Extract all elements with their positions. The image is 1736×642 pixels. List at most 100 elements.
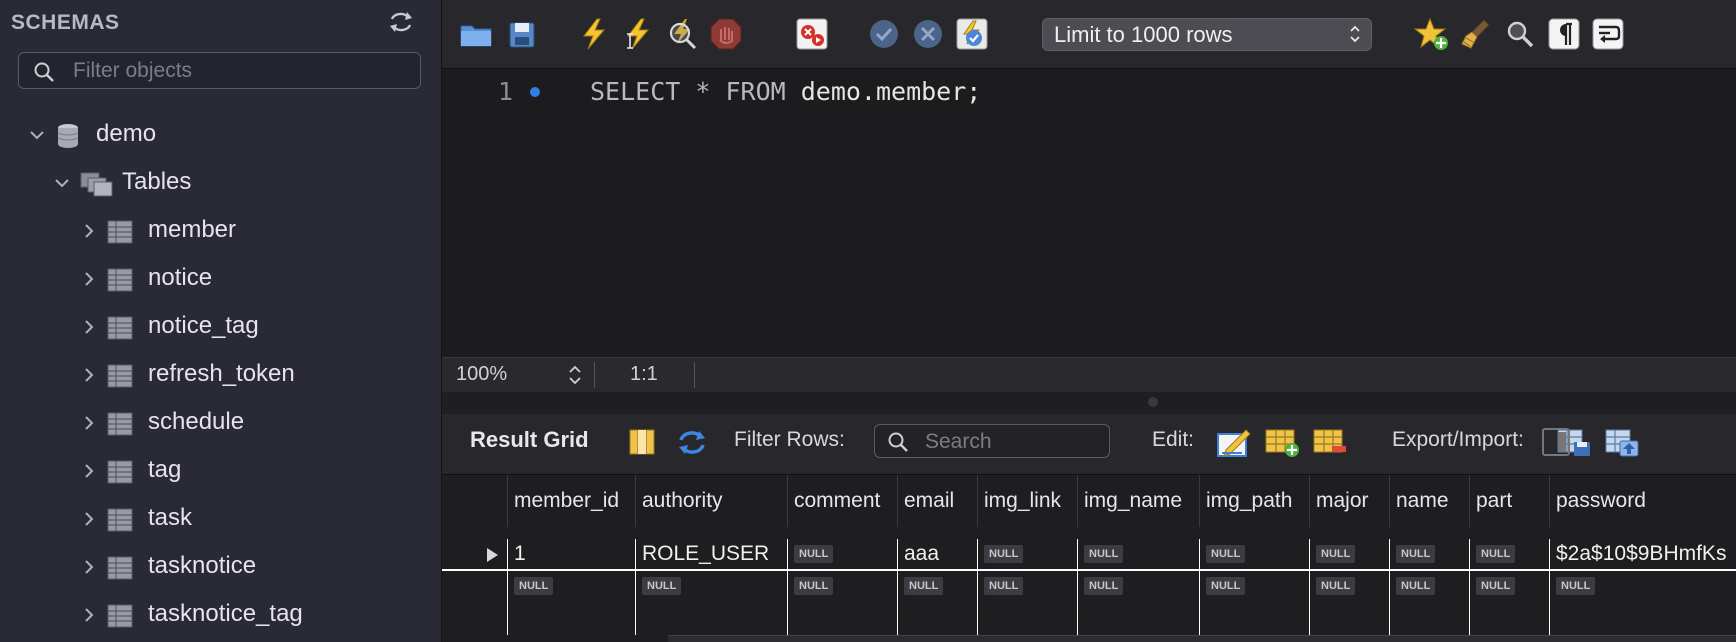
splitter-handle-icon[interactable] (1148, 397, 1158, 407)
grid-cell[interactable]: NULL (1389, 539, 1469, 569)
filter-rows-field[interactable] (874, 424, 1110, 458)
query-panel: Limit to 1000 rows 1 SELECT * FROM demo.… (442, 0, 1736, 642)
execute-icon[interactable] (576, 16, 612, 52)
invisible-chars-icon[interactable] (1546, 16, 1582, 52)
line-number: 1 (498, 77, 514, 106)
column-header[interactable]: name (1389, 475, 1469, 527)
explain-icon[interactable] (664, 16, 700, 52)
chevron-right-icon[interactable] (80, 510, 98, 528)
commit-icon[interactable] (866, 16, 902, 52)
column-header[interactable]: comment (787, 475, 897, 527)
grid-cell[interactable]: NULL (977, 539, 1077, 569)
grid-cell[interactable]: NULL (897, 571, 977, 601)
grid-cell[interactable]: NULL (1309, 539, 1389, 569)
table-item-task[interactable]: task (0, 500, 442, 540)
filter-objects-field[interactable] (18, 52, 421, 89)
null-badge: NULL (1396, 577, 1436, 596)
table-item-refresh-token[interactable]: refresh_token (0, 356, 442, 396)
result-grid[interactable]: member_id authority comment email img_li… (442, 475, 1736, 642)
horizontal-scrollbar[interactable] (668, 635, 1736, 642)
grid-cell[interactable]: aaa (897, 539, 977, 569)
beautify-icon[interactable] (1458, 16, 1494, 52)
sql-statement[interactable]: SELECT * FROM demo.member; (590, 77, 981, 106)
toggle-side-panel-icon[interactable] (1542, 428, 1570, 456)
insert-row-icon[interactable] (1264, 426, 1300, 458)
refresh-icon[interactable] (388, 10, 414, 34)
chevron-right-icon[interactable] (80, 462, 98, 480)
refresh-results-icon[interactable] (676, 426, 708, 458)
toggle-error-stop-icon[interactable] (794, 16, 830, 52)
grid-cell[interactable]: NULL (1309, 571, 1389, 601)
import-icon[interactable] (1604, 426, 1640, 458)
chevron-right-icon[interactable] (80, 318, 98, 336)
grid-cell[interactable]: NULL (507, 571, 635, 601)
grid-cell[interactable]: 1 (507, 539, 635, 569)
find-icon[interactable] (1502, 16, 1538, 52)
null-badge: NULL (514, 577, 554, 596)
grid-cell[interactable]: NULL (635, 571, 787, 601)
column-header[interactable]: img_name (1077, 475, 1199, 527)
chevron-right-icon[interactable] (80, 222, 98, 240)
delete-row-icon[interactable] (1312, 426, 1348, 458)
grid-cell[interactable]: NULL (787, 539, 897, 569)
grid-cell[interactable]: NULL (1549, 571, 1736, 601)
grid-cell[interactable]: $2a$10$9BHmfKs (1549, 539, 1736, 569)
null-badge: NULL (1206, 577, 1246, 596)
grid-cell[interactable]: NULL (1199, 539, 1309, 569)
chevron-right-icon[interactable] (80, 366, 98, 384)
result-grid-tab[interactable]: Result Grid (470, 427, 589, 453)
grid-cell[interactable]: NULL (1077, 571, 1199, 601)
table-item-notice-tag[interactable]: notice_tag (0, 308, 442, 348)
column-header[interactable]: major (1309, 475, 1389, 527)
autocommit-icon[interactable] (954, 16, 990, 52)
grid-cell[interactable]: NULL (1389, 571, 1469, 601)
schema-demo[interactable]: demo (0, 116, 442, 156)
grid-cell[interactable]: NULL (977, 571, 1077, 601)
zoom-level[interactable]: 100% (456, 363, 507, 386)
table-item-tag[interactable]: tag (0, 452, 442, 492)
table-item-schedule[interactable]: schedule (0, 404, 442, 444)
execute-current-icon[interactable] (620, 16, 656, 52)
sql-editor[interactable]: 1 SELECT * FROM demo.member; (442, 69, 1736, 357)
add-snippet-icon[interactable] (1414, 16, 1450, 52)
stop-icon[interactable] (708, 16, 744, 52)
chevron-right-icon[interactable] (80, 606, 98, 624)
grid-cell[interactable]: NULL (787, 571, 897, 601)
column-header[interactable]: img_link (977, 475, 1077, 527)
row-limit-select[interactable]: Limit to 1000 rows (1042, 18, 1372, 51)
filter-rows-input[interactable] (923, 427, 1107, 457)
table-item-notice[interactable]: notice (0, 260, 442, 300)
chevron-right-icon[interactable] (80, 558, 98, 576)
column-header[interactable]: password (1549, 475, 1736, 527)
chevron-down-icon[interactable] (28, 126, 46, 144)
grid-cell[interactable]: NULL (1077, 539, 1199, 569)
table-item-tasknotice[interactable]: tasknotice (0, 548, 442, 588)
edit-row-icon[interactable] (1216, 426, 1252, 458)
table-item-tasknotice-tag[interactable]: tasknotice_tag (0, 596, 442, 636)
chevron-down-icon[interactable] (53, 174, 71, 192)
grid-cell[interactable]: NULL (1199, 571, 1309, 601)
open-file-icon[interactable] (458, 16, 494, 52)
column-header[interactable]: part (1469, 475, 1549, 527)
null-badge: NULL (1316, 545, 1356, 564)
column-header[interactable]: email (897, 475, 977, 527)
filter-objects-input[interactable] (71, 55, 415, 87)
column-header[interactable]: member_id (507, 475, 635, 527)
column-header[interactable]: img_path (1199, 475, 1309, 527)
save-icon[interactable] (504, 16, 540, 52)
chevron-right-icon[interactable] (80, 270, 98, 288)
schema-label: demo (96, 120, 157, 147)
grid-cell[interactable]: NULL (1469, 571, 1549, 601)
chevron-right-icon[interactable] (80, 414, 98, 432)
grid-layout-icon[interactable] (626, 426, 658, 458)
zoom-stepper-icon[interactable] (568, 363, 582, 387)
wrap-lines-icon[interactable] (1590, 16, 1626, 52)
null-badge: NULL (1476, 545, 1516, 564)
grid-cell[interactable]: ROLE_USER (635, 539, 787, 569)
grid-cell[interactable]: NULL (1469, 539, 1549, 569)
tables-folder[interactable]: Tables (0, 164, 442, 204)
panel-splitter[interactable] (442, 392, 1736, 414)
column-header[interactable]: authority (635, 475, 787, 527)
table-item-member[interactable]: member (0, 212, 442, 252)
rollback-icon[interactable] (910, 16, 946, 52)
